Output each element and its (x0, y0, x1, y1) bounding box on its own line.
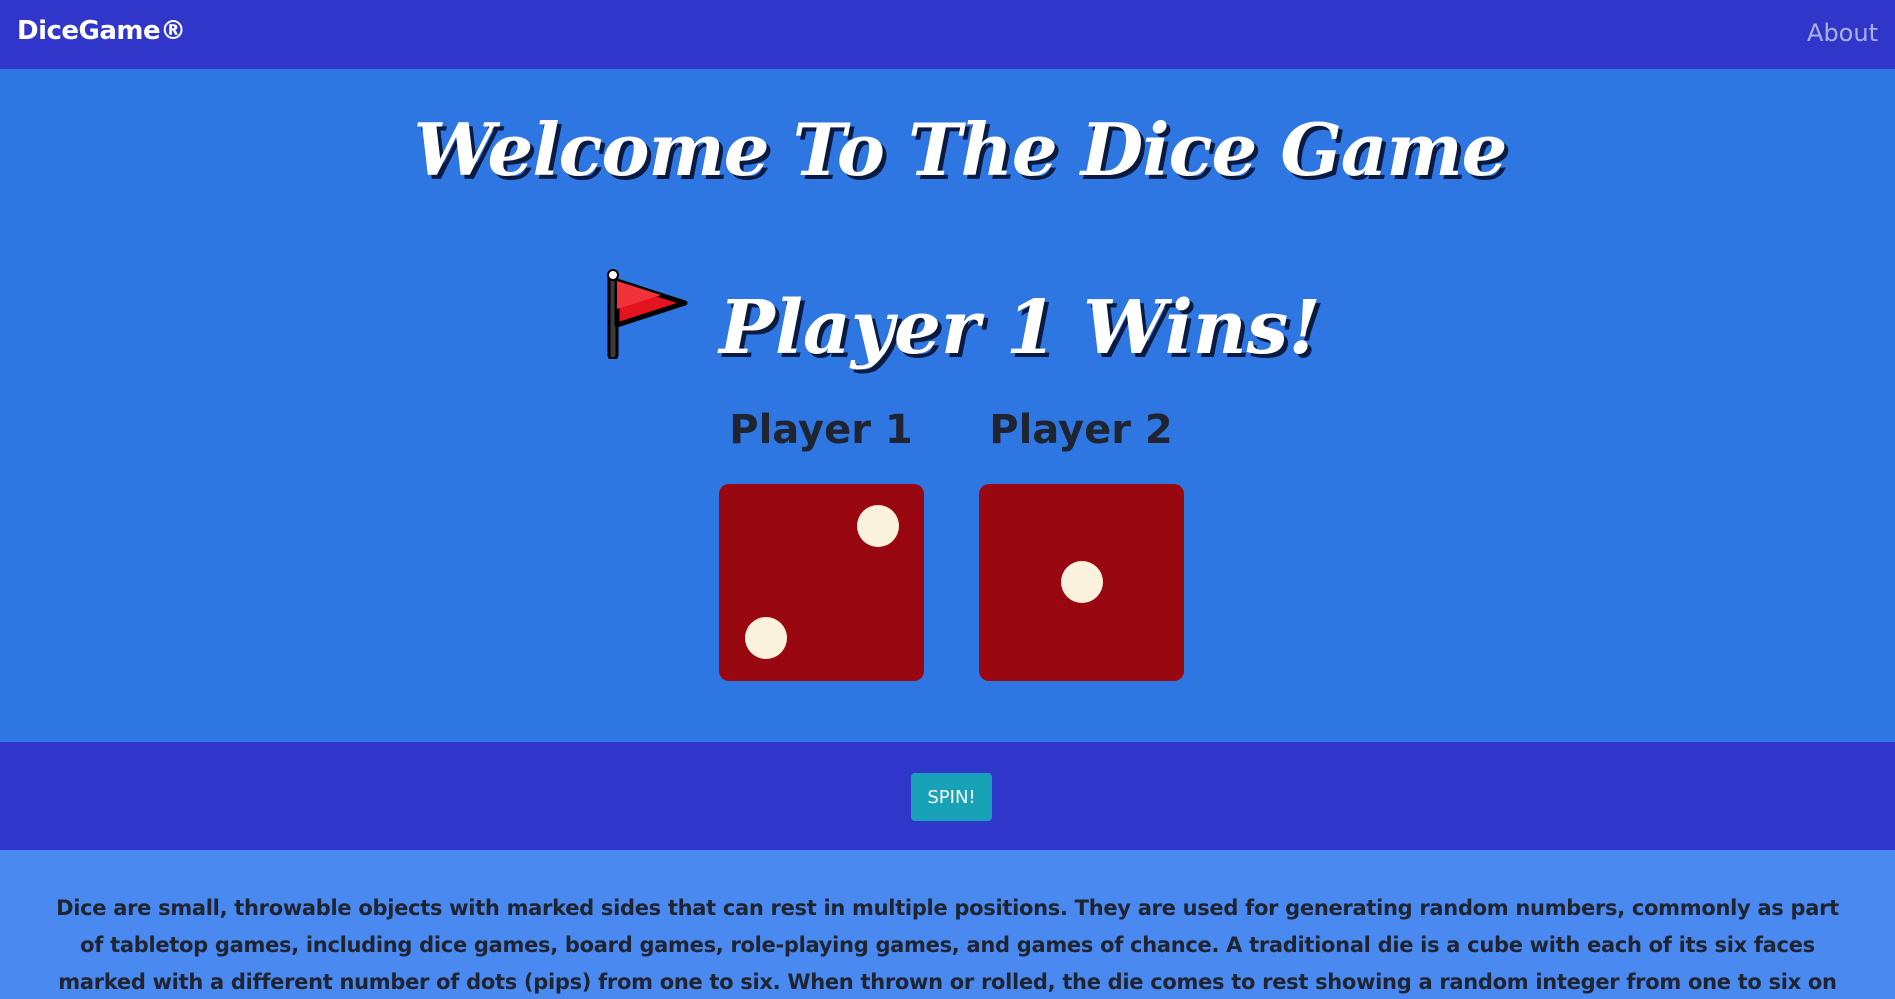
winner-heading: Player 1 Wins! (0, 267, 1895, 377)
page-title: Welcome To The Dice Game (413, 107, 1508, 192)
player-1-label: Player 1 (729, 407, 913, 453)
dice-description: Dice are small, throwable objects with m… (56, 896, 1839, 994)
info-section: Dice are small, throwable objects with m… (0, 850, 1895, 999)
spin-section: SPIN! (0, 742, 1895, 850)
nav-link-about[interactable]: About (1807, 19, 1878, 47)
die-pip (1061, 561, 1103, 603)
hero-section: Welcome To The Dice Game Player 1 Wins! … (0, 69, 1895, 742)
player-1-die (719, 484, 924, 681)
winner-text: Player 1 Wins! (719, 285, 1321, 371)
navbar: DiceGame® About (0, 0, 1895, 69)
spin-button[interactable]: SPIN! (911, 773, 992, 821)
brand-logo[interactable]: DiceGame® (17, 16, 186, 46)
player-2-die (979, 484, 1184, 681)
red-flag-icon (599, 267, 691, 377)
die-pip (857, 505, 899, 547)
die-pip (745, 617, 787, 659)
player-2-label: Player 2 (989, 407, 1173, 453)
